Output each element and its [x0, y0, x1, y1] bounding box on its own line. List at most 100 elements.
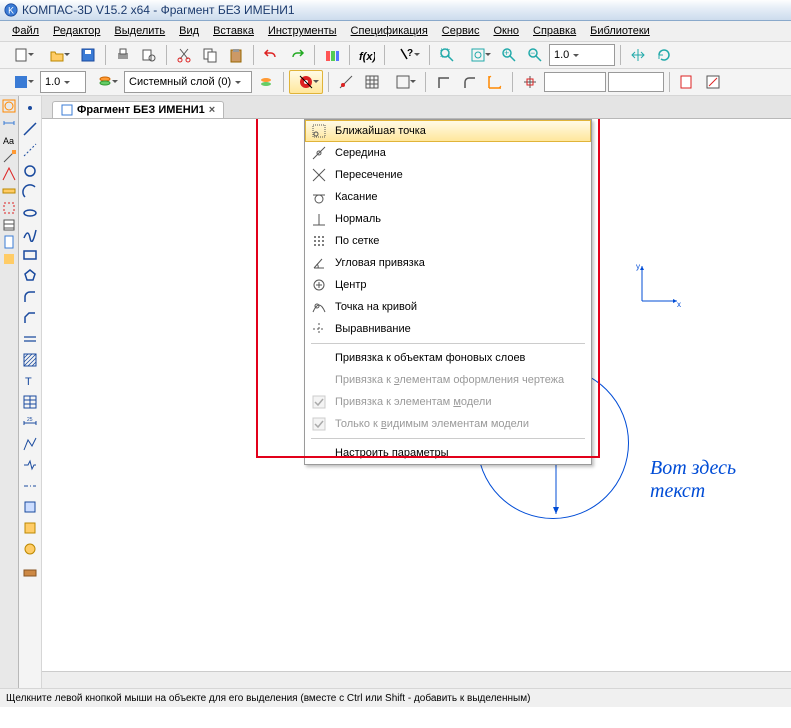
svg-text:+: +	[504, 48, 509, 58]
snap-midpoint[interactable]: Середина	[305, 142, 591, 164]
zoom-combo[interactable]: 1.0	[549, 44, 615, 66]
snap-tangent[interactable]: Касание	[305, 186, 591, 208]
tool-spline-icon[interactable]	[20, 224, 40, 244]
snap-dropdown-button[interactable]	[289, 70, 323, 94]
tool-build-icon[interactable]	[20, 560, 40, 580]
tool-rect-icon[interactable]	[20, 245, 40, 265]
close-icon[interactable]: ×	[209, 104, 215, 116]
snap-on-curve[interactable]: Точка на кривой	[305, 296, 591, 318]
grid-toggle-button[interactable]	[360, 70, 384, 94]
tool-axis-icon[interactable]	[20, 476, 40, 496]
tool-paste-icon[interactable]	[20, 518, 40, 538]
tool-dim-linear-icon[interactable]: 25	[20, 413, 40, 433]
doc-tab-active[interactable]: Фрагмент БЕЗ ИМЕНИ1 ×	[52, 101, 224, 118]
copy-button[interactable]	[198, 43, 222, 67]
app-icon: K	[4, 3, 18, 17]
snap-intersection[interactable]: Пересечение	[305, 164, 591, 186]
menu-spec[interactable]: Спецификация	[345, 23, 434, 39]
tool-circle-icon[interactable]	[20, 161, 40, 181]
tool-table-icon[interactable]	[20, 392, 40, 412]
redo-button[interactable]	[285, 43, 309, 67]
snap-configure[interactable]: Настроить параметры	[305, 442, 591, 464]
sketch-button[interactable]	[701, 70, 725, 94]
panel-param-icon[interactable]	[1, 166, 17, 182]
panel-spec-icon[interactable]	[1, 217, 17, 233]
tool-hatch-icon[interactable]	[20, 350, 40, 370]
layers-button[interactable]	[88, 70, 122, 94]
cut-button[interactable]	[172, 43, 196, 67]
snap-nearest[interactable]: Ближайшая точка	[305, 120, 591, 142]
snap-nearest-icon[interactable]	[334, 70, 358, 94]
tool-arc-icon[interactable]	[20, 182, 40, 202]
variables-button[interactable]: f(x)	[355, 43, 379, 67]
zoom-out-button[interactable]: −	[523, 43, 547, 67]
ortho-button[interactable]	[431, 70, 455, 94]
menu-tools[interactable]: Инструменты	[262, 23, 343, 39]
undo-button[interactable]	[259, 43, 283, 67]
print-button[interactable]	[111, 43, 135, 67]
drawing-canvas[interactable]: Ближайшая точка Середина Пересечение Кас…	[42, 119, 791, 671]
coord-x-input[interactable]	[544, 72, 606, 92]
new-doc-button[interactable]	[4, 43, 38, 67]
help-context-button[interactable]: ?	[390, 43, 424, 67]
panel-measure-icon[interactable]	[1, 183, 17, 199]
coord-y-input[interactable]	[608, 72, 664, 92]
tool-event-icon[interactable]	[20, 539, 40, 559]
tool-fillet-icon[interactable]	[20, 287, 40, 307]
horizontal-scrollbar[interactable]	[42, 671, 791, 688]
snap-grid[interactable]: По сетке	[305, 230, 591, 252]
tool-contour-icon[interactable]	[20, 434, 40, 454]
style-button[interactable]	[4, 70, 38, 94]
panel-notation-icon[interactable]: Aa	[1, 132, 17, 148]
panel-insert-icon[interactable]	[1, 251, 17, 267]
snap-center[interactable]: Центр	[305, 274, 591, 296]
menu-insert[interactable]: Вставка	[207, 23, 260, 39]
pan-button[interactable]	[626, 43, 650, 67]
scale-combo[interactable]: 1.0	[40, 71, 86, 93]
menu-help[interactable]: Справка	[527, 23, 582, 39]
paste-button[interactable]	[224, 43, 248, 67]
snap-normal[interactable]: Нормаль	[305, 208, 591, 230]
panel-edit-icon[interactable]	[1, 149, 17, 165]
zoom-window-button[interactable]	[435, 43, 459, 67]
tool-auxline-icon[interactable]	[20, 140, 40, 160]
menu-service[interactable]: Сервис	[436, 23, 486, 39]
break-button[interactable]	[675, 70, 699, 94]
svg-text:K: K	[8, 6, 14, 16]
panel-dimensions-icon[interactable]	[1, 115, 17, 131]
local-cs-button[interactable]	[483, 70, 507, 94]
tool-break-icon[interactable]	[20, 455, 40, 475]
menu-window[interactable]: Окно	[487, 23, 525, 39]
menu-select[interactable]: Выделить	[108, 23, 171, 39]
tool-offset-icon[interactable]	[20, 329, 40, 349]
tool-polygon-icon[interactable]	[20, 266, 40, 286]
refresh-button[interactable]	[652, 43, 676, 67]
menu-editor[interactable]: Редактор	[47, 23, 106, 39]
tool-text-icon[interactable]: T	[20, 371, 40, 391]
round-button[interactable]	[457, 70, 481, 94]
snap-angle[interactable]: Угловая привязка	[305, 252, 591, 274]
zoom-in-button[interactable]: +	[497, 43, 521, 67]
snap-bg-layers[interactable]: Привязка к объектам фоновых слоев	[305, 347, 591, 369]
layer-combo[interactable]: Системный слой (0)	[124, 71, 252, 93]
menu-file[interactable]: Файл	[6, 23, 45, 39]
panel-geometry-icon[interactable]	[1, 98, 17, 114]
tool-chamfer-icon[interactable]	[20, 308, 40, 328]
layer-manager-button[interactable]	[254, 70, 278, 94]
library-button[interactable]	[320, 43, 344, 67]
menu-libraries[interactable]: Библиотеки	[584, 23, 656, 39]
panel-select-icon[interactable]	[1, 200, 17, 216]
menu-view[interactable]: Вид	[173, 23, 205, 39]
grid-settings-button[interactable]	[386, 70, 420, 94]
tool-point-icon[interactable]	[20, 98, 40, 118]
snap-align[interactable]: Выравнивание	[305, 318, 591, 340]
zoom-fit-button[interactable]	[461, 43, 495, 67]
preview-button[interactable]	[137, 43, 161, 67]
save-button[interactable]	[76, 43, 100, 67]
open-button[interactable]	[40, 43, 74, 67]
tool-ellipse-icon[interactable]	[20, 203, 40, 223]
tool-view-icon[interactable]	[20, 497, 40, 517]
coord-mode-button[interactable]	[518, 70, 542, 94]
panel-report-icon[interactable]	[1, 234, 17, 250]
tool-line-icon[interactable]	[20, 119, 40, 139]
